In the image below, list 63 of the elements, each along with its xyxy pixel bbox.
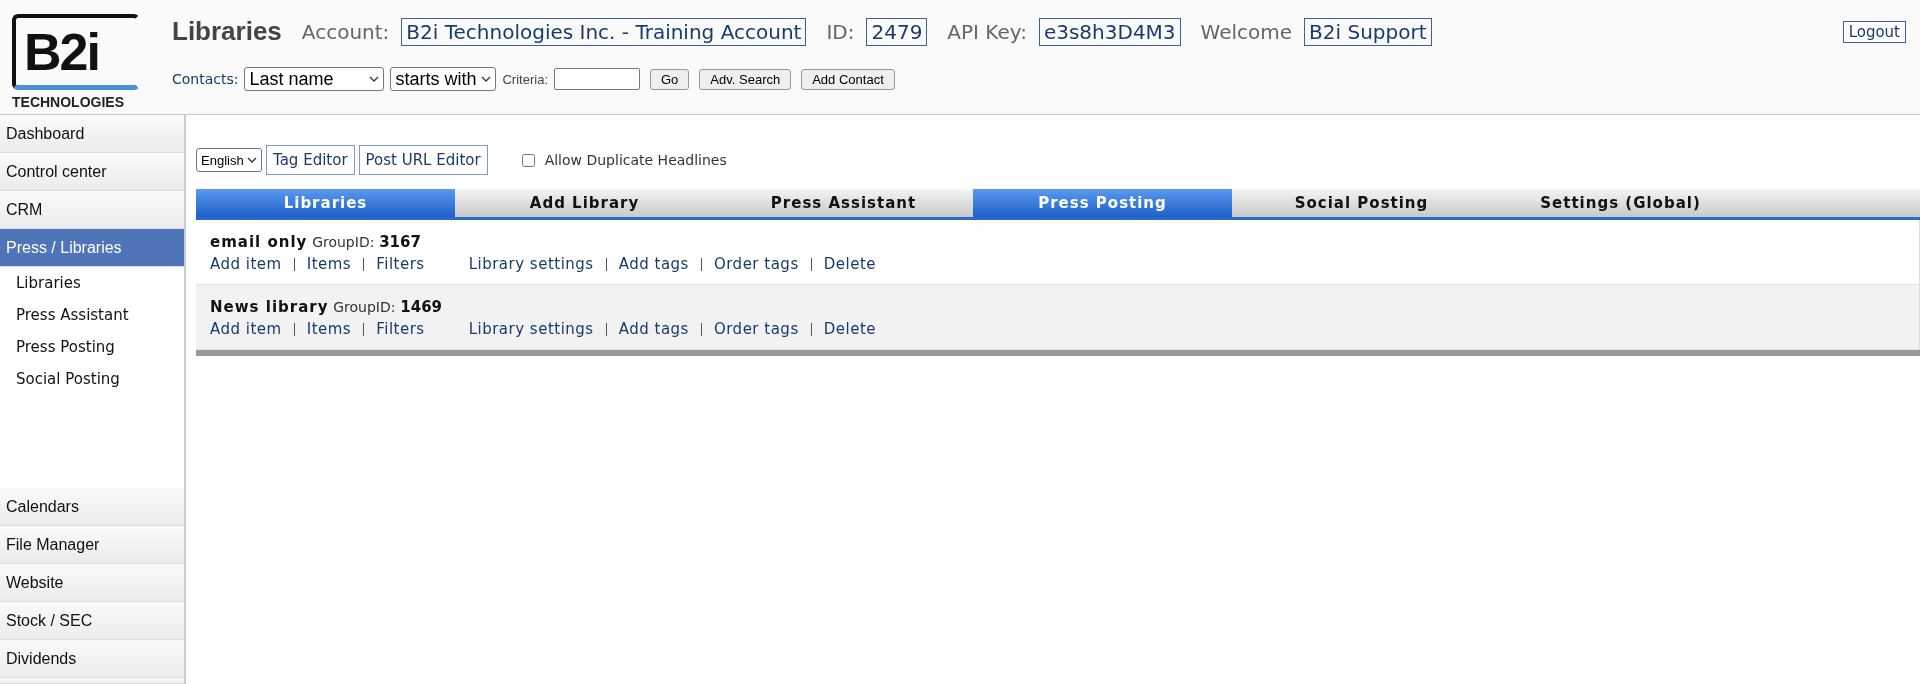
action-link[interactable]: Library settings	[468, 255, 594, 273]
sidebar-item[interactable]: CRM	[0, 191, 184, 229]
tab[interactable]: Press Assistant	[714, 189, 973, 217]
action-link[interactable]: Order tags	[713, 320, 799, 338]
action-link[interactable]: Filters	[376, 255, 425, 273]
sidebar-subitem[interactable]: Press Posting	[0, 331, 184, 363]
sidebar-item[interactable]: Stock / SEC	[0, 602, 184, 640]
field-label: ID:	[826, 19, 855, 44]
library-name: News library GroupID: 1469	[210, 298, 442, 316]
field-label: Welcome	[1200, 19, 1293, 44]
action-link[interactable]: Add item	[210, 320, 282, 338]
sidebar-item[interactable]: Press / Libraries	[0, 229, 184, 267]
action-link[interactable]: Items	[306, 255, 352, 273]
sidebar-item[interactable]: File Manager	[0, 526, 184, 564]
field-value: e3s8h3D4M3	[1038, 17, 1181, 46]
logout-button[interactable]: Logout	[1842, 20, 1906, 43]
sidebar-item[interactable]: Dividends	[0, 640, 184, 678]
action-link[interactable]: Order tags	[713, 255, 799, 273]
library-name: email only GroupID: 3167	[210, 233, 421, 251]
language-select[interactable]: English	[196, 148, 262, 172]
checkbox-label: Allow Duplicate Headlines	[544, 152, 727, 168]
sidebar-subitem[interactable]: Press Assistant	[0, 299, 184, 331]
page-title: Libraries	[172, 16, 282, 47]
contact-button[interactable]: Adv. Search	[699, 68, 792, 90]
field-value: B2i Support	[1304, 17, 1432, 46]
sidebar-item[interactable]: Control center	[0, 153, 184, 191]
field-select[interactable]: Last name	[244, 67, 385, 91]
action-link[interactable]: Items	[306, 320, 352, 338]
field-label: API Key:	[947, 19, 1027, 44]
action-link[interactable]: Add tags	[618, 320, 689, 338]
field-value: 2479	[866, 17, 928, 46]
criteria-field[interactable]	[554, 68, 640, 90]
sidebar-subitem[interactable]: Libraries	[0, 267, 184, 299]
sidebar-item[interactable]: Calendars	[0, 488, 184, 526]
sidebar-item[interactable]: Website	[0, 564, 184, 602]
field-label: Account:	[301, 19, 390, 44]
criteria-label: Criteria:	[502, 71, 548, 87]
logo-mark: B2i	[24, 25, 99, 78]
action-link[interactable]: Add tags	[618, 255, 689, 273]
editor-button[interactable]: Post URL Editor	[358, 145, 488, 175]
action-link[interactable]: Filters	[376, 320, 425, 338]
chevron-down-icon	[481, 75, 492, 83]
duplicate-checkbox[interactable]	[521, 153, 535, 167]
chevron-down-icon	[247, 156, 257, 164]
contact-button[interactable]: Add Contact	[801, 68, 895, 90]
tab[interactable]: Social Posting	[1232, 189, 1491, 217]
field-value: B2i Technologies Inc. - Training Account	[401, 17, 807, 46]
tab[interactable]: Add Library	[455, 189, 714, 217]
logo-caption: TECHNOLOGIES	[12, 94, 124, 110]
sidebar-item[interactable]: Dashboard	[0, 115, 184, 153]
tab[interactable]: Press Posting	[973, 189, 1232, 217]
action-link[interactable]: Delete	[823, 320, 876, 338]
action-link[interactable]: Add item	[210, 255, 282, 273]
tab[interactable]: Settings (Global)	[1491, 189, 1750, 217]
tab[interactable]: Libraries	[196, 189, 455, 217]
action-link[interactable]: Library settings	[468, 320, 594, 338]
contact-button[interactable]: Go	[650, 68, 690, 90]
editor-button[interactable]: Tag Editor	[266, 145, 355, 175]
match-select[interactable]: starts with	[390, 67, 497, 91]
chevron-down-icon	[369, 75, 380, 83]
sidebar-subitem[interactable]: Social Posting	[0, 363, 184, 395]
action-link[interactable]: Delete	[823, 255, 876, 273]
contacts-label: Contacts:	[172, 71, 239, 87]
